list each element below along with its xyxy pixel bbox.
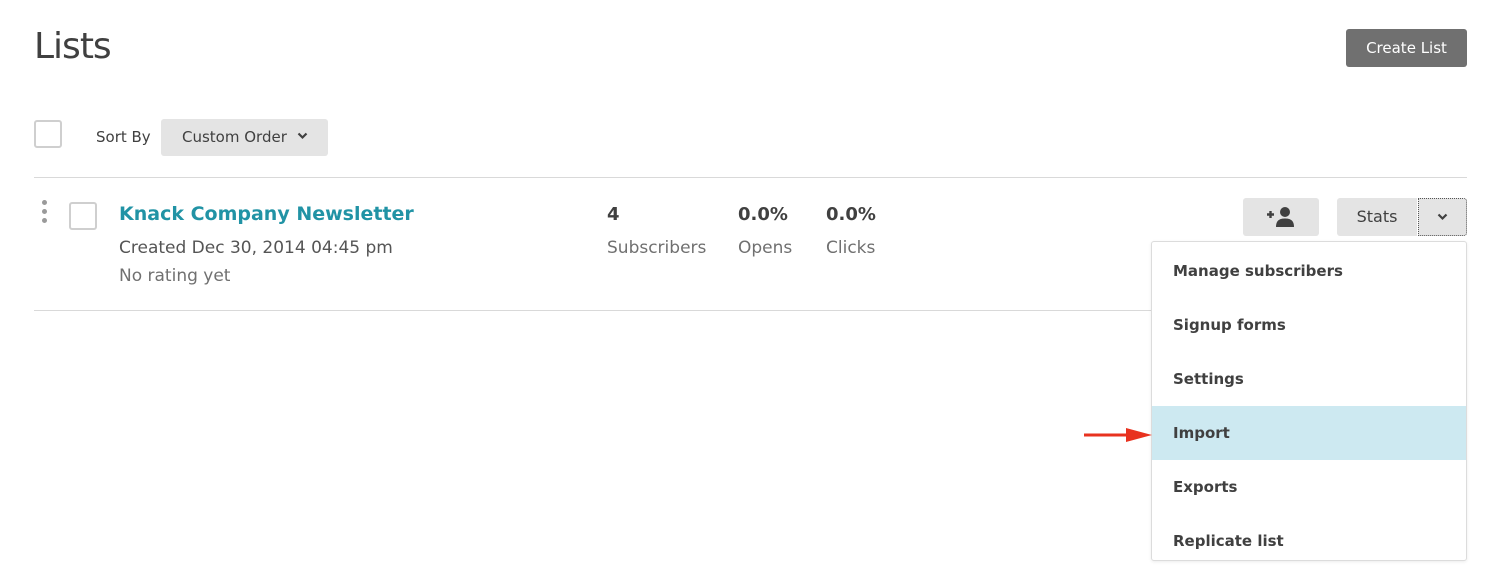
- create-list-button[interactable]: Create List: [1346, 29, 1467, 67]
- chevron-down-icon: [1437, 213, 1448, 221]
- clicks-label: Clicks: [826, 238, 876, 258]
- clicks-rate: 0.0%: [826, 204, 876, 225]
- chevron-down-icon: [297, 132, 308, 140]
- select-all-checkbox[interactable]: [34, 120, 62, 148]
- drag-handle-icon[interactable]: [42, 200, 48, 226]
- stats-button[interactable]: Stats: [1337, 198, 1417, 236]
- sort-order-value: Custom Order: [182, 128, 287, 146]
- menu-item-exports[interactable]: Exports: [1152, 460, 1466, 514]
- list-actions-toggle[interactable]: [1418, 198, 1467, 236]
- opens-label: Opens: [738, 238, 793, 258]
- add-subscriber-button[interactable]: [1243, 198, 1319, 236]
- opens-rate: 0.0%: [738, 204, 788, 225]
- menu-item-import[interactable]: Import: [1152, 406, 1466, 460]
- list-name-link[interactable]: Knack Company Newsletter: [119, 203, 414, 225]
- subscribers-label: Subscribers: [607, 238, 707, 258]
- menu-item-signup-forms[interactable]: Signup forms: [1152, 298, 1466, 352]
- list-rating: No rating yet: [119, 266, 231, 286]
- menu-item-replicate-list[interactable]: Replicate list: [1152, 514, 1466, 568]
- divider: [34, 177, 1467, 178]
- list-actions-menu: Manage subscribers Signup forms Settings…: [1151, 241, 1467, 561]
- page-title: Lists: [34, 26, 112, 67]
- menu-item-settings[interactable]: Settings: [1152, 352, 1466, 406]
- add-user-icon: [1267, 207, 1294, 227]
- sort-by-label: Sort By: [96, 128, 151, 146]
- divider: [34, 310, 1151, 311]
- list-created-date: Created Dec 30, 2014 04:45 pm: [119, 238, 393, 258]
- subscribers-count: 4: [607, 204, 620, 225]
- sort-order-select[interactable]: Custom Order: [161, 119, 328, 156]
- list-row-checkbox[interactable]: [69, 202, 97, 230]
- menu-item-manage-subscribers[interactable]: Manage subscribers: [1152, 244, 1466, 298]
- annotation-arrow-icon: [1084, 428, 1152, 442]
